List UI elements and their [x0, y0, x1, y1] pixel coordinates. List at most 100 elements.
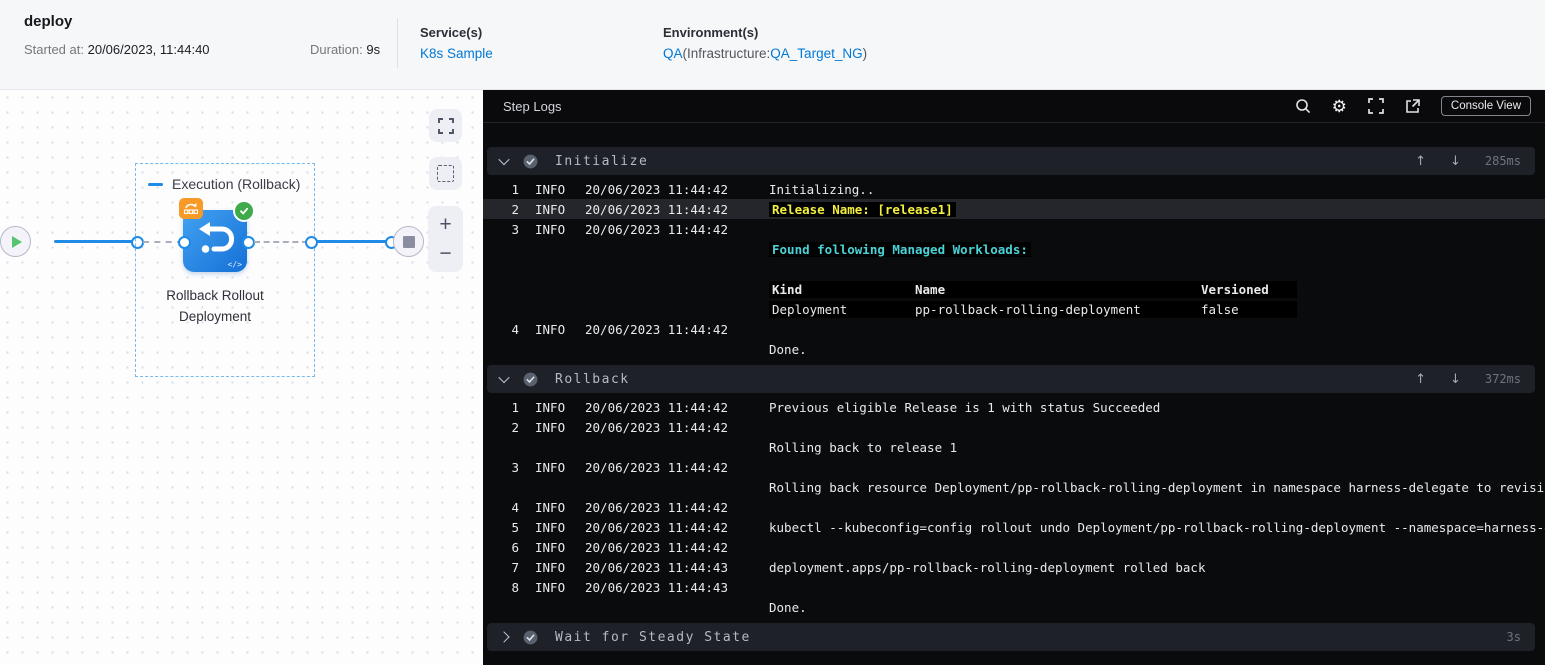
section-duration: 285ms	[1484, 154, 1521, 168]
canvas-fullscreen-button[interactable]	[429, 109, 462, 142]
log-line-number: 5	[511, 519, 519, 535]
execution-summary-header: deploy Started at: 20/06/2023, 11:44:40 …	[0, 0, 1545, 90]
environment-link[interactable]: QA	[663, 46, 683, 61]
log-line: Done.	[483, 597, 1545, 617]
marquee-select-icon	[437, 165, 454, 182]
environment-value: QA(Infrastructure:QA_Target_NG)	[663, 45, 867, 63]
log-line-number: 3	[511, 459, 519, 475]
expand-logs-icon[interactable]	[1368, 98, 1384, 114]
log-line: 7 INFO 20/06/2023 11:44:43 deployment.apps/…	[483, 557, 1545, 577]
log-line: Deployment pp-rollback-rolling-deployment…	[483, 299, 1545, 319]
log-message: Done.	[769, 600, 1545, 615]
log-message: Initializing..	[769, 182, 1545, 197]
execution-group-title: Execution (Rollback)	[148, 176, 300, 192]
canvas-zoom-controls: + −	[428, 206, 463, 272]
rollback-step-node[interactable]: </>	[179, 198, 255, 272]
log-line: Rolling back to release 1	[483, 437, 1545, 457]
log-line-number: 6	[511, 539, 519, 555]
log-level: INFO	[535, 519, 566, 535]
zoom-in-button[interactable]: +	[439, 214, 451, 235]
step-success-icon	[233, 200, 255, 222]
log-message: Deployment pp-rollback-rolling-deployment…	[769, 300, 1545, 318]
workloads-table-cell: Kind	[772, 281, 803, 297]
log-line: 5 INFO 20/06/2023 11:44:42 kubectl --kubeco…	[483, 517, 1545, 537]
zoom-out-button[interactable]: −	[439, 243, 451, 264]
gear-icon[interactable]: ⚙	[1332, 98, 1347, 115]
edge-group-to-end	[316, 240, 388, 243]
workloads-table-header: Kind Name Versioned	[769, 280, 1297, 298]
section-duration: 3s	[1506, 630, 1521, 644]
log-text: kubectl --kubeconfig=config rollout undo…	[769, 519, 1545, 535]
log-level: INFO	[535, 559, 566, 575]
log-line-number: 1	[511, 399, 519, 415]
section-title: Rollback	[555, 371, 630, 387]
chevron-right-icon[interactable]	[498, 631, 510, 643]
section-duration: 372ms	[1484, 372, 1521, 386]
rollout-badge-icon	[179, 198, 203, 219]
service-link[interactable]: K8s Sample	[420, 46, 493, 61]
edge-dashed-right	[254, 241, 308, 243]
log-message: Rolling back resource Deployment/pp-roll…	[769, 480, 1545, 495]
search-icon[interactable]	[1295, 98, 1311, 114]
log-actions: ⚙ Console View	[1295, 96, 1531, 116]
log-line-number: 7	[511, 559, 519, 575]
log-timestamp: 20/06/2023 11:44:42	[585, 221, 728, 237]
started-at-label: Started at:	[24, 42, 84, 57]
chevron-down-icon[interactable]	[498, 153, 510, 166]
environments-label: Environment(s)	[663, 25, 759, 40]
section-header-right: 3s	[1507, 630, 1535, 644]
header-divider	[397, 18, 398, 68]
log-timestamp: 20/06/2023 11:44:42	[585, 321, 728, 337]
pipeline-canvas[interactable]: Execution (Rollback) </> Rollback Rollou…	[0, 90, 483, 665]
log-line: 3 INFO 20/06/2023 11:44:42	[483, 219, 1545, 239]
log-line: Done.	[483, 339, 1545, 359]
duration: Duration: 9s	[310, 42, 380, 57]
rollback-arrow-icon	[199, 222, 234, 253]
group-label: Execution (Rollback)	[172, 176, 301, 192]
log-section-header[interactable]: Wait for Steady State 3s	[487, 623, 1535, 651]
open-in-new-tab-icon[interactable]	[1405, 98, 1420, 114]
infrastructure-link[interactable]: QA_Target_NG	[770, 46, 862, 61]
log-level: INFO	[535, 579, 566, 595]
log-level: INFO	[535, 539, 566, 555]
log-line-number: 8	[511, 579, 519, 595]
log-timestamp: 20/06/2023 11:44:42	[585, 459, 728, 475]
highlighted-log-text: Release Name: [release1]	[769, 201, 956, 217]
log-text: deployment.apps/pp-rollback-rolling-depl…	[769, 559, 1206, 575]
scroll-down-icon[interactable]: ↓	[1450, 372, 1461, 387]
log-section-header[interactable]: Rollback ↑ ↓ 372ms	[487, 365, 1535, 393]
canvas-select-button[interactable]	[429, 157, 462, 190]
services-block: Service(s) K8s Sample	[420, 25, 493, 63]
workloads-table-cell: false	[1201, 301, 1239, 317]
page-title: deploy	[24, 13, 73, 30]
pipeline-execution-page: deploy Started at: 20/06/2023, 11:44:40 …	[0, 0, 1545, 665]
log-level: INFO	[535, 499, 566, 515]
section-header-right: ↑ ↓ 372ms	[1415, 372, 1535, 387]
code-icon: </>	[227, 260, 242, 269]
group-collapse-icon[interactable]	[148, 182, 163, 186]
section-success-icon	[523, 372, 538, 387]
log-line-number: 4	[511, 499, 519, 515]
chevron-down-icon[interactable]	[498, 371, 510, 384]
stop-icon	[402, 235, 415, 248]
scroll-down-icon[interactable]: ↓	[1450, 154, 1461, 169]
console-view-button[interactable]: Console View	[1440, 96, 1531, 116]
scroll-up-icon[interactable]: ↑	[1415, 154, 1426, 169]
infrastructure-suffix: )	[862, 46, 868, 61]
log-message: kubectl --kubeconfig=config rollout undo…	[769, 520, 1545, 535]
log-level: INFO	[535, 181, 566, 197]
pipeline-end-node	[393, 226, 424, 257]
log-line-number: 2	[511, 419, 519, 435]
log-text: Rolling back resource Deployment/pp-roll…	[769, 479, 1545, 495]
log-message: Done.	[769, 342, 1545, 357]
section-title: Wait for Steady State	[555, 629, 751, 645]
log-line-number: 3	[511, 221, 519, 237]
log-line: 2 INFO 20/06/2023 11:44:42 Release Name: [r…	[483, 199, 1545, 219]
log-line: 1 INFO 20/06/2023 11:44:42 Previous eligibl…	[483, 397, 1545, 417]
log-section-header[interactable]: Initialize ↑ ↓ 285ms	[487, 147, 1535, 175]
log-timestamp: 20/06/2023 11:44:42	[585, 519, 728, 535]
log-section: Initialize ↑ ↓ 285ms 1 INFO 20/06/2023 11:44:4…	[483, 147, 1545, 359]
log-section: Rollback ↑ ↓ 372ms 1 INFO 20/06/2023 11:44:42 P…	[483, 365, 1545, 617]
step-logs-title: Step Logs	[503, 98, 562, 114]
scroll-up-icon[interactable]: ↑	[1415, 372, 1426, 387]
